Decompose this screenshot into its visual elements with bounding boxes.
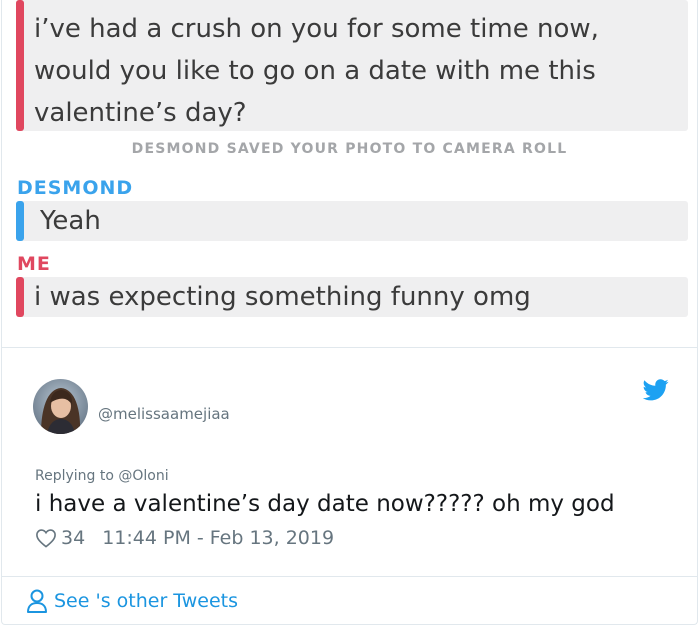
- sender-color-bar: [16, 0, 24, 131]
- person-icon: [26, 588, 48, 614]
- embedded-tweet-card: i’ve had a crush on you for some time no…: [1, 0, 698, 625]
- message-text: i was expecting something funny omg: [34, 282, 531, 312]
- sender-label-desmond: DESMOND: [17, 177, 134, 199]
- user-handle[interactable]: @melissaamejiaa: [98, 405, 230, 423]
- sender-label-me: ME: [17, 253, 51, 275]
- tweet-text: i have a valentine’s day date now????? o…: [35, 491, 615, 517]
- message-bubble-desmond: Yeah: [16, 201, 688, 241]
- twitter-bird-icon[interactable]: [642, 378, 669, 402]
- replying-to[interactable]: Replying to @Oloni: [35, 468, 169, 484]
- message-text: Yeah: [40, 206, 101, 236]
- message-bubble-me-first: i’ve had a crush on you for some time no…: [16, 0, 688, 131]
- saved-photo-notice: DESMOND SAVED YOUR PHOTO TO CAMERA ROLL: [131, 141, 568, 157]
- see-other-label[interactable]: See 's other Tweets: [54, 590, 238, 612]
- sender-color-bar: [16, 201, 24, 241]
- like-count[interactable]: 34: [61, 527, 85, 549]
- heart-icon[interactable]: [35, 528, 57, 548]
- see-other-tweets-link[interactable]: See 's other Tweets: [26, 588, 238, 614]
- message-bubble-me-second: i was expecting something funny omg: [16, 277, 688, 317]
- snapchat-screenshot: i’ve had a crush on you for some time no…: [2, 0, 697, 348]
- message-text: i’ve had a crush on you for some time no…: [34, 14, 599, 128]
- avatar[interactable]: [33, 379, 88, 434]
- tweet-timestamp[interactable]: 11:44 PM - Feb 13, 2019: [102, 527, 334, 549]
- tweet-meta: 34 11:44 PM - Feb 13, 2019: [35, 527, 334, 549]
- sender-color-bar: [16, 277, 24, 317]
- divider: [2, 576, 697, 577]
